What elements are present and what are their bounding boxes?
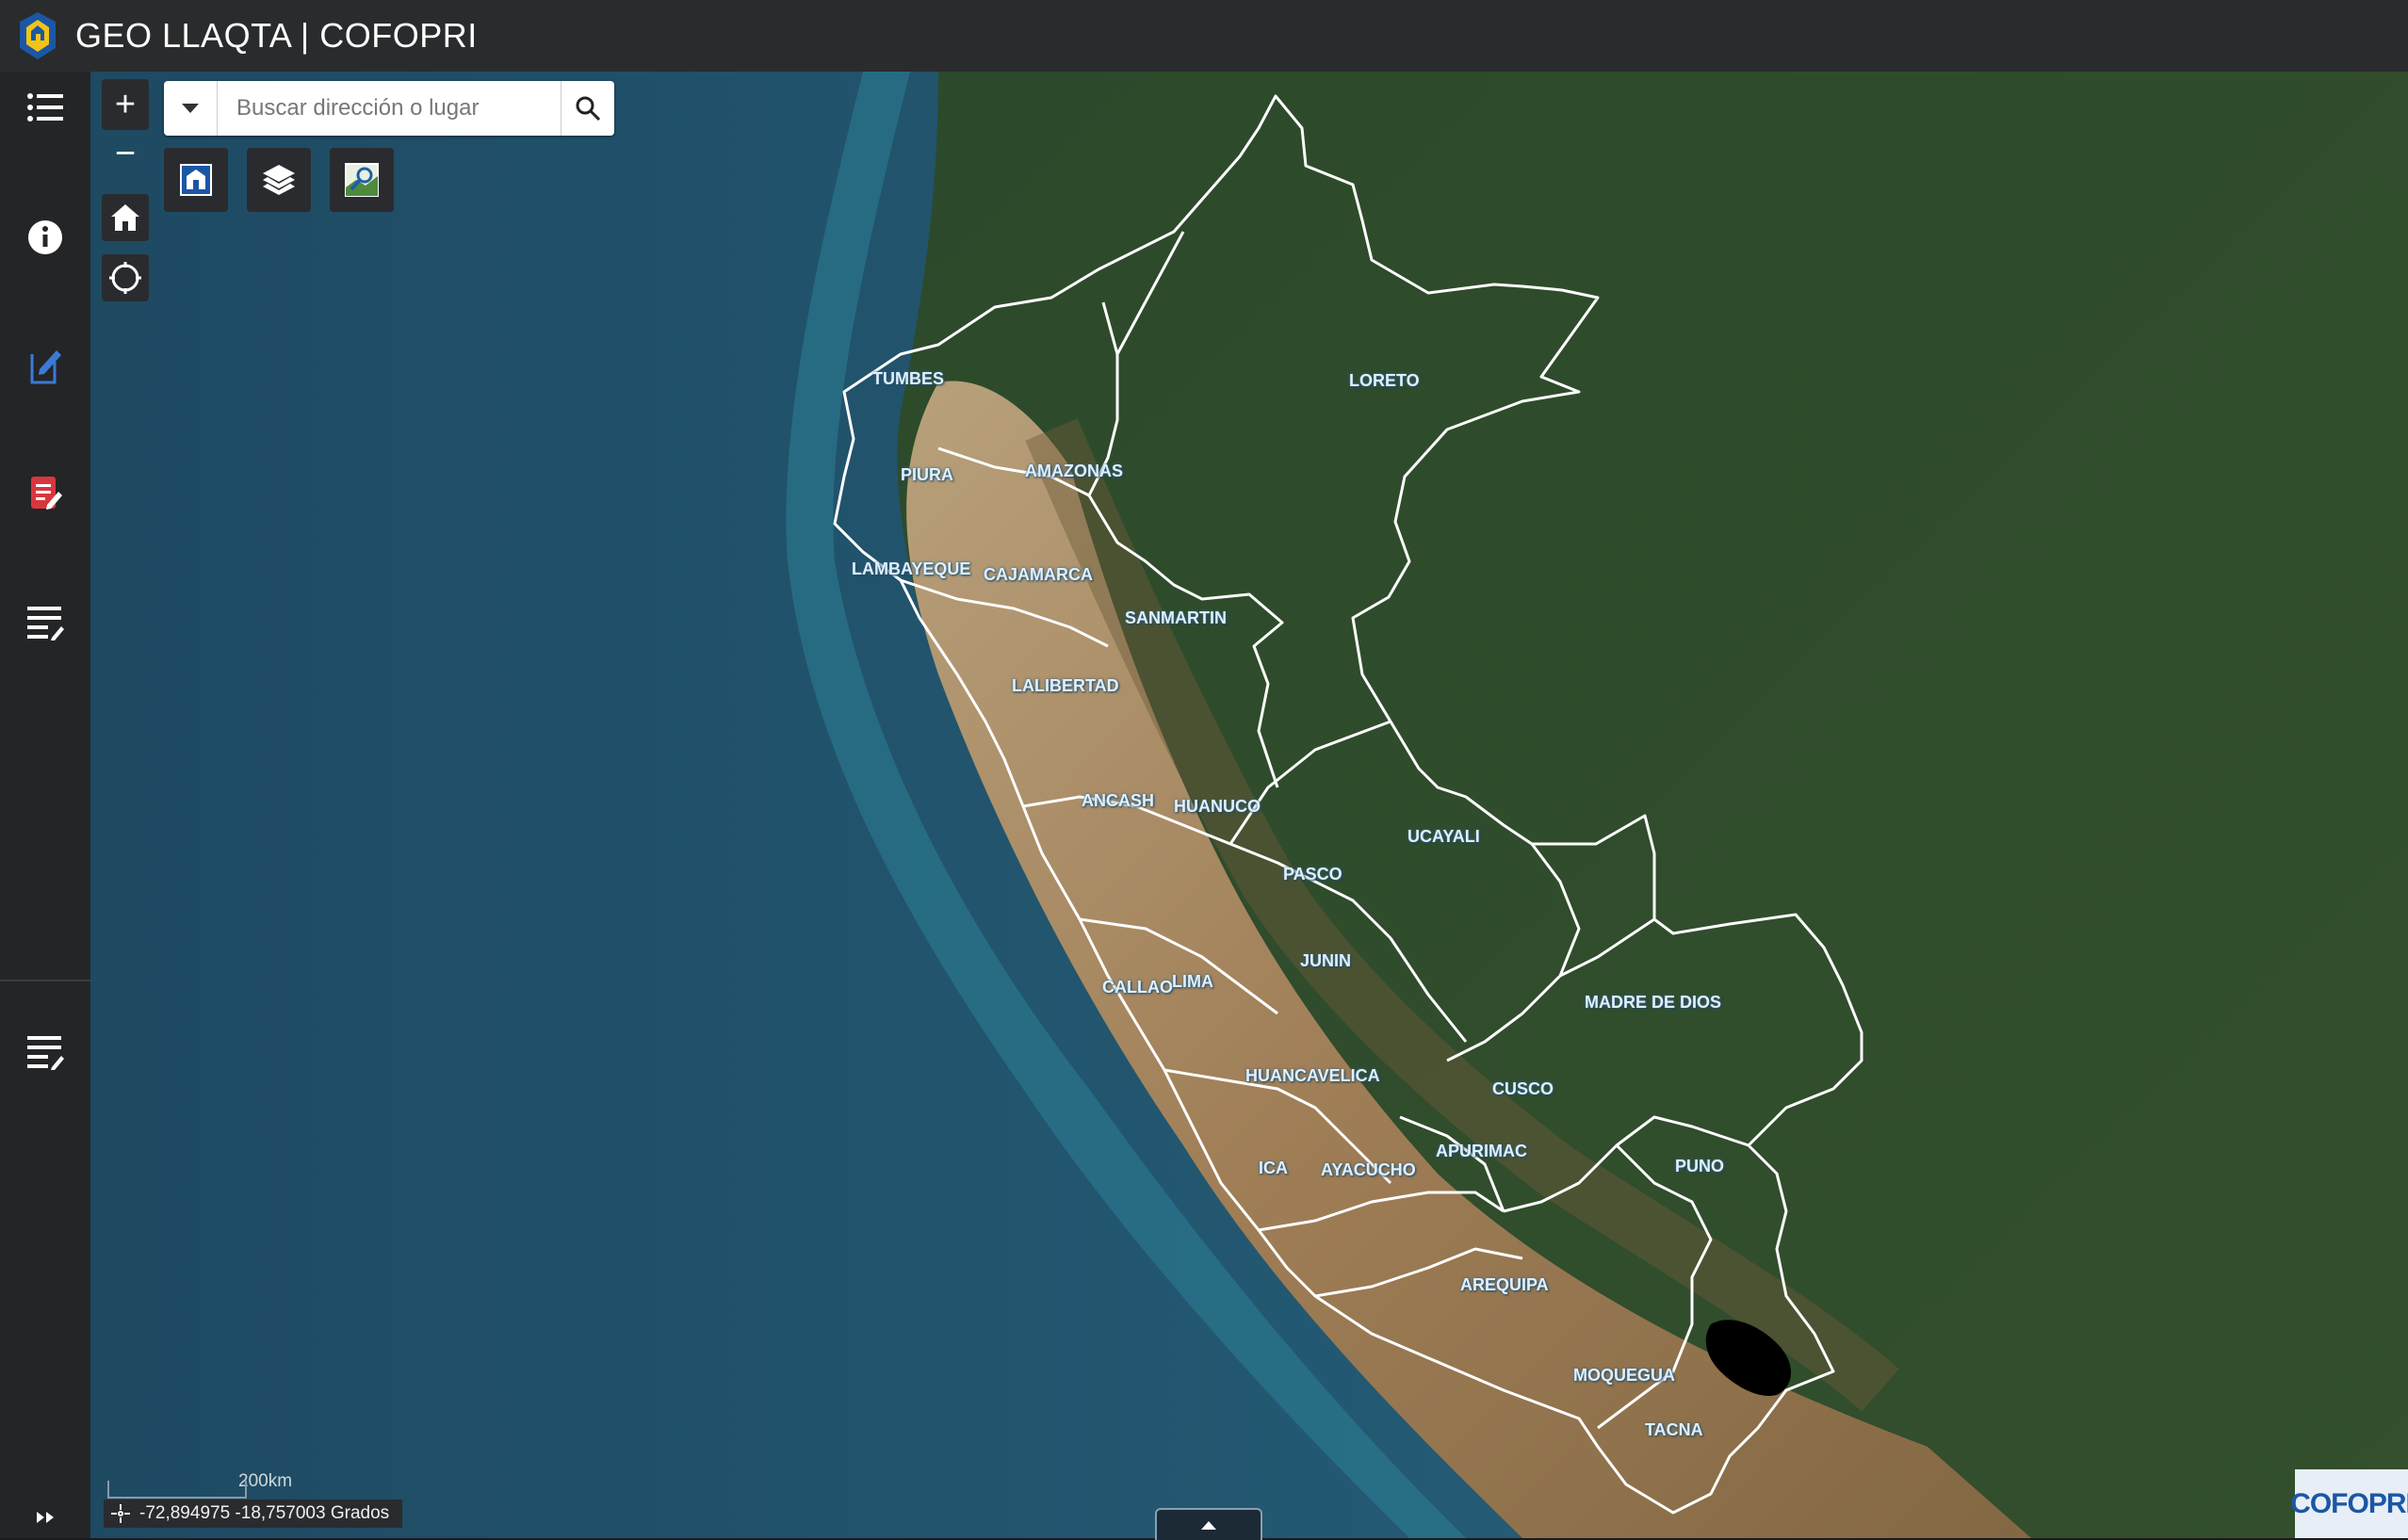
region-label: AREQUIPA [1460, 1275, 1549, 1294]
chevron-down-icon [182, 104, 199, 113]
region-label: HUANUCO [1174, 797, 1261, 816]
basemap-layers-button[interactable] [247, 148, 311, 212]
region-label: LALIBERTAD [1012, 676, 1119, 695]
region-label: MOQUEGUA [1573, 1366, 1675, 1385]
region-label: LAMBAYEQUE [852, 559, 971, 578]
region-label: ICA [1259, 1159, 1288, 1177]
zoom-in-button[interactable]: + [102, 79, 149, 130]
region-label: APURIMAC [1436, 1142, 1527, 1160]
list-edit-icon[interactable] [15, 592, 75, 652]
region-label: CAJAMARCA [984, 565, 1093, 584]
region-label: AMAZONAS [1025, 462, 1123, 480]
region-label: TUMBES [872, 369, 944, 388]
region-label: CUSCO [1492, 1079, 1554, 1098]
sidebar [0, 72, 90, 1538]
locate-icon [109, 262, 141, 294]
region-label: UCAYALI [1407, 827, 1480, 846]
layers-icon [263, 165, 295, 195]
scale-line [107, 1481, 247, 1499]
search-source-dropdown[interactable] [164, 81, 218, 136]
crosshair-icon [111, 1504, 130, 1523]
home-button[interactable] [102, 194, 149, 241]
cofopri-logo-text: COFOPRI [2290, 1487, 2408, 1519]
region-label: HUANCAVELICA [1245, 1066, 1380, 1085]
map-search-icon [345, 163, 379, 197]
edit-document-icon[interactable] [15, 335, 75, 396]
region-label: PASCO [1283, 865, 1342, 883]
region-label: SANMARTIN [1125, 608, 1227, 627]
locate-button[interactable] [102, 254, 149, 301]
expand-sidebar-icon[interactable] [24, 1503, 68, 1532]
building-icon [180, 164, 212, 196]
cofopri-house-icon [17, 9, 58, 62]
search-icon [576, 96, 601, 122]
region-label: LIMA [1172, 972, 1213, 991]
region-label: LORETO [1349, 371, 1420, 390]
map-search-tool-button[interactable] [330, 148, 394, 212]
region-label: ANCASH [1082, 791, 1155, 810]
search-button[interactable] [561, 81, 614, 136]
search-input[interactable] [218, 81, 561, 136]
region-label: PUNO [1675, 1157, 1725, 1175]
app-header: GEO LLAQTA | COFOPRI [0, 0, 2408, 72]
zoom-in-label: + [114, 85, 137, 124]
home-icon [111, 204, 139, 231]
region-label: CALLAO [1102, 978, 1173, 997]
chevron-up-icon [1201, 1521, 1216, 1530]
region-label: AYACUCHO [1321, 1160, 1416, 1179]
zoom-out-button[interactable]: − [102, 130, 149, 177]
cofopri-logo: COFOPRI [2290, 1469, 2408, 1538]
region-label: TACNA [1645, 1420, 1703, 1439]
cofopri-tool-button[interactable] [164, 148, 228, 212]
region-label: MADRE DE DIOS [1585, 993, 1722, 1012]
info-icon[interactable] [15, 207, 75, 267]
list-edit-icon-2[interactable] [15, 1021, 75, 1081]
coordinate-readout[interactable]: -72,894975 -18,757003 Grados [104, 1499, 403, 1528]
layer-list-icon[interactable] [15, 79, 75, 139]
zoom-out-label: − [114, 134, 137, 173]
region-label: JUNIN [1300, 951, 1352, 970]
coordinates-text: -72,894975 -18,757003 Grados [139, 1503, 390, 1523]
search-box [164, 81, 614, 136]
report-icon[interactable] [15, 463, 75, 524]
region-label: PIURA [901, 465, 954, 484]
map-view[interactable]: TUMBES PIURA LAMBAYEQUE AMAZONAS CAJAMAR… [90, 72, 2408, 1538]
attribute-table-toggle[interactable] [1155, 1508, 1262, 1540]
app-title: GEO LLAQTA | COFOPRI [75, 16, 478, 55]
sidebar-divider [0, 980, 90, 981]
